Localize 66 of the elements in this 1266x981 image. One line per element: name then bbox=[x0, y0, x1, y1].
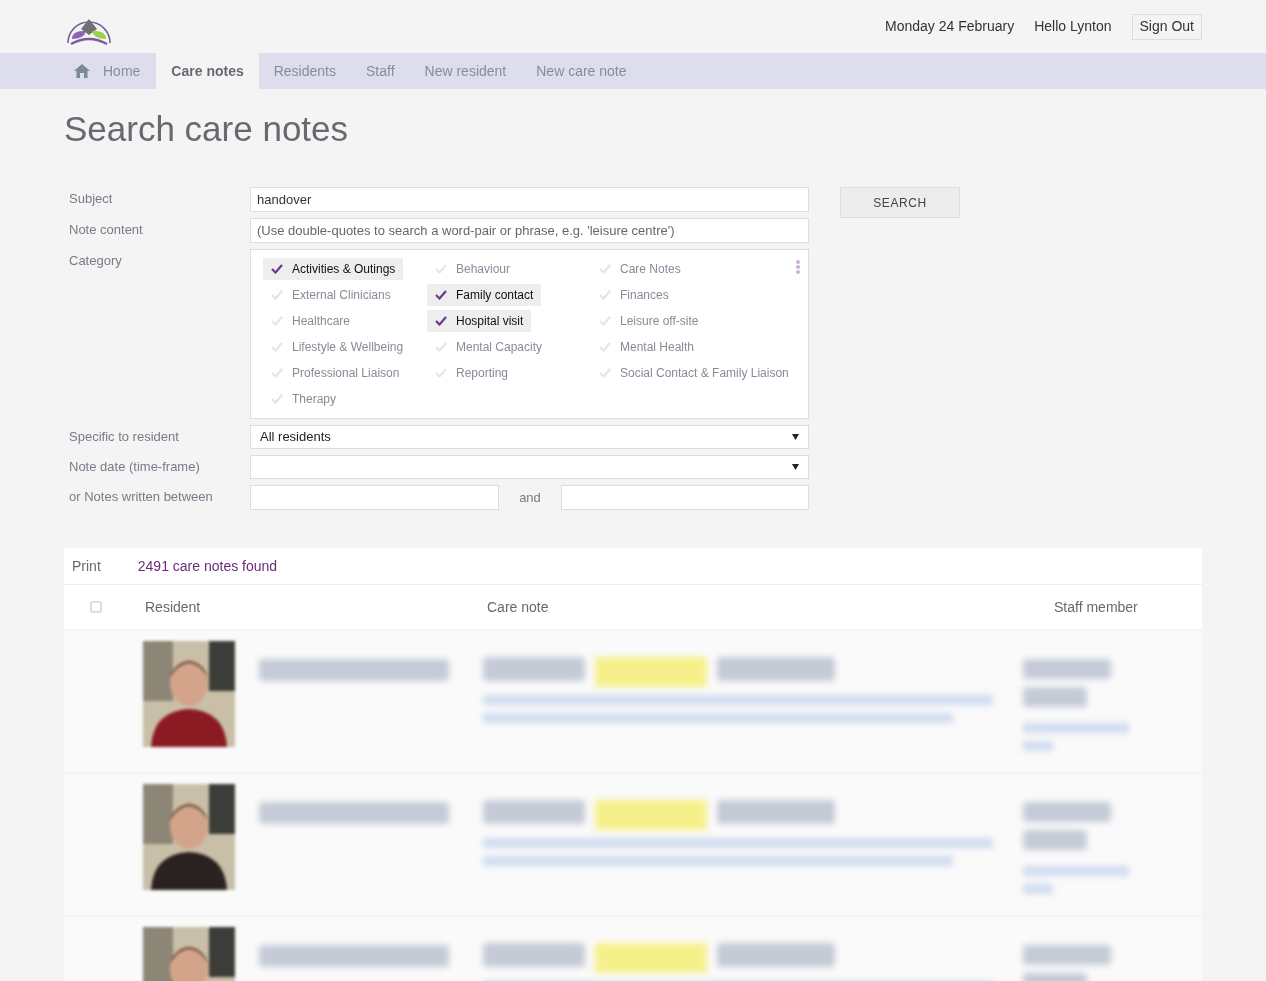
column-header: Staff member bbox=[1054, 597, 1138, 617]
nav-tab[interactable]: Staff bbox=[351, 53, 410, 89]
field-label: Specific to resident bbox=[68, 428, 180, 446]
category-option[interactable]: Healthcare bbox=[263, 310, 359, 332]
check-icon bbox=[599, 342, 611, 352]
field-label: Note date (time-frame) bbox=[68, 458, 201, 476]
more-icon[interactable] bbox=[796, 260, 800, 274]
home-icon bbox=[74, 64, 90, 78]
column-header: Care note bbox=[487, 597, 550, 617]
note-content-field[interactable]: (Use double-quotes to search a word-pair or phrase, e.g. 'leisure centre') bbox=[250, 218, 809, 243]
category-option[interactable]: Behaviour bbox=[427, 258, 519, 280]
resident-dropdown[interactable]: All residents bbox=[250, 425, 809, 449]
check-icon bbox=[271, 316, 283, 326]
category-option[interactable]: Professional Liaison bbox=[263, 362, 408, 384]
category-option[interactable]: Therapy bbox=[263, 388, 345, 410]
category-option[interactable]: Social Contact & Family Liaison bbox=[591, 362, 797, 384]
check-icon bbox=[435, 316, 447, 326]
category-option[interactable]: Activities & Outings bbox=[263, 258, 404, 280]
nav-tab[interactable]: Care notes bbox=[156, 53, 259, 89]
date-from-field[interactable] bbox=[250, 485, 499, 510]
check-icon bbox=[271, 264, 283, 274]
column-header: Resident bbox=[145, 597, 202, 617]
check-icon bbox=[599, 290, 611, 300]
check-icon bbox=[599, 264, 611, 274]
field-label: Note content bbox=[68, 221, 144, 239]
category-option[interactable]: External Clinicians bbox=[263, 284, 399, 306]
category-option[interactable]: Mental Capacity bbox=[427, 336, 551, 358]
dropdown-arrow-icon bbox=[792, 434, 799, 440]
category-option[interactable]: Hospital visit bbox=[427, 310, 532, 332]
date-dropdown[interactable] bbox=[250, 455, 809, 479]
dropdown-arrow-icon bbox=[792, 464, 799, 470]
check-icon bbox=[435, 290, 447, 300]
select-all-checkbox[interactable] bbox=[90, 601, 102, 613]
category-option[interactable]: Lifestyle & Wellbeing bbox=[263, 336, 412, 358]
nav-tab[interactable]: Residents bbox=[258, 53, 351, 89]
sign-out-button[interactable]: Sign Out bbox=[1131, 13, 1202, 40]
check-icon bbox=[435, 368, 447, 378]
category-option[interactable]: Mental Health bbox=[591, 336, 703, 358]
check-icon bbox=[271, 368, 283, 378]
nav-tab[interactable]: New care note bbox=[521, 53, 642, 89]
category-option[interactable]: Family contact bbox=[427, 284, 542, 306]
search-button[interactable]: SEARCH bbox=[840, 187, 960, 218]
subject-field[interactable]: handover bbox=[250, 187, 809, 212]
category-option[interactable]: Finances bbox=[591, 284, 677, 306]
date-text: Monday 24 February bbox=[885, 17, 1015, 36]
and-label: and bbox=[518, 488, 542, 507]
greeting-text: Hello Lynton bbox=[1034, 17, 1112, 36]
check-icon bbox=[271, 342, 283, 352]
nav-tab[interactable]: Home bbox=[64, 53, 157, 89]
field-label: or Notes written between bbox=[68, 488, 214, 506]
print-link[interactable]: Print bbox=[72, 555, 101, 577]
field-label: Subject bbox=[68, 190, 114, 208]
results-count: 2491 care notes found bbox=[137, 556, 278, 576]
nav-tab[interactable]: New resident bbox=[409, 53, 522, 89]
check-icon bbox=[271, 394, 283, 404]
field-label: Category bbox=[68, 252, 123, 270]
check-icon bbox=[435, 342, 447, 352]
check-icon bbox=[599, 368, 611, 378]
date-to-field[interactable] bbox=[561, 485, 809, 510]
check-icon bbox=[271, 290, 283, 300]
category-option[interactable]: Leisure off-site bbox=[591, 310, 707, 332]
check-icon bbox=[435, 264, 447, 274]
category-option[interactable]: Reporting bbox=[427, 362, 517, 384]
page-title: Search care notes bbox=[64, 108, 350, 150]
category-option[interactable]: Care Notes bbox=[591, 258, 689, 280]
check-icon bbox=[599, 316, 611, 326]
